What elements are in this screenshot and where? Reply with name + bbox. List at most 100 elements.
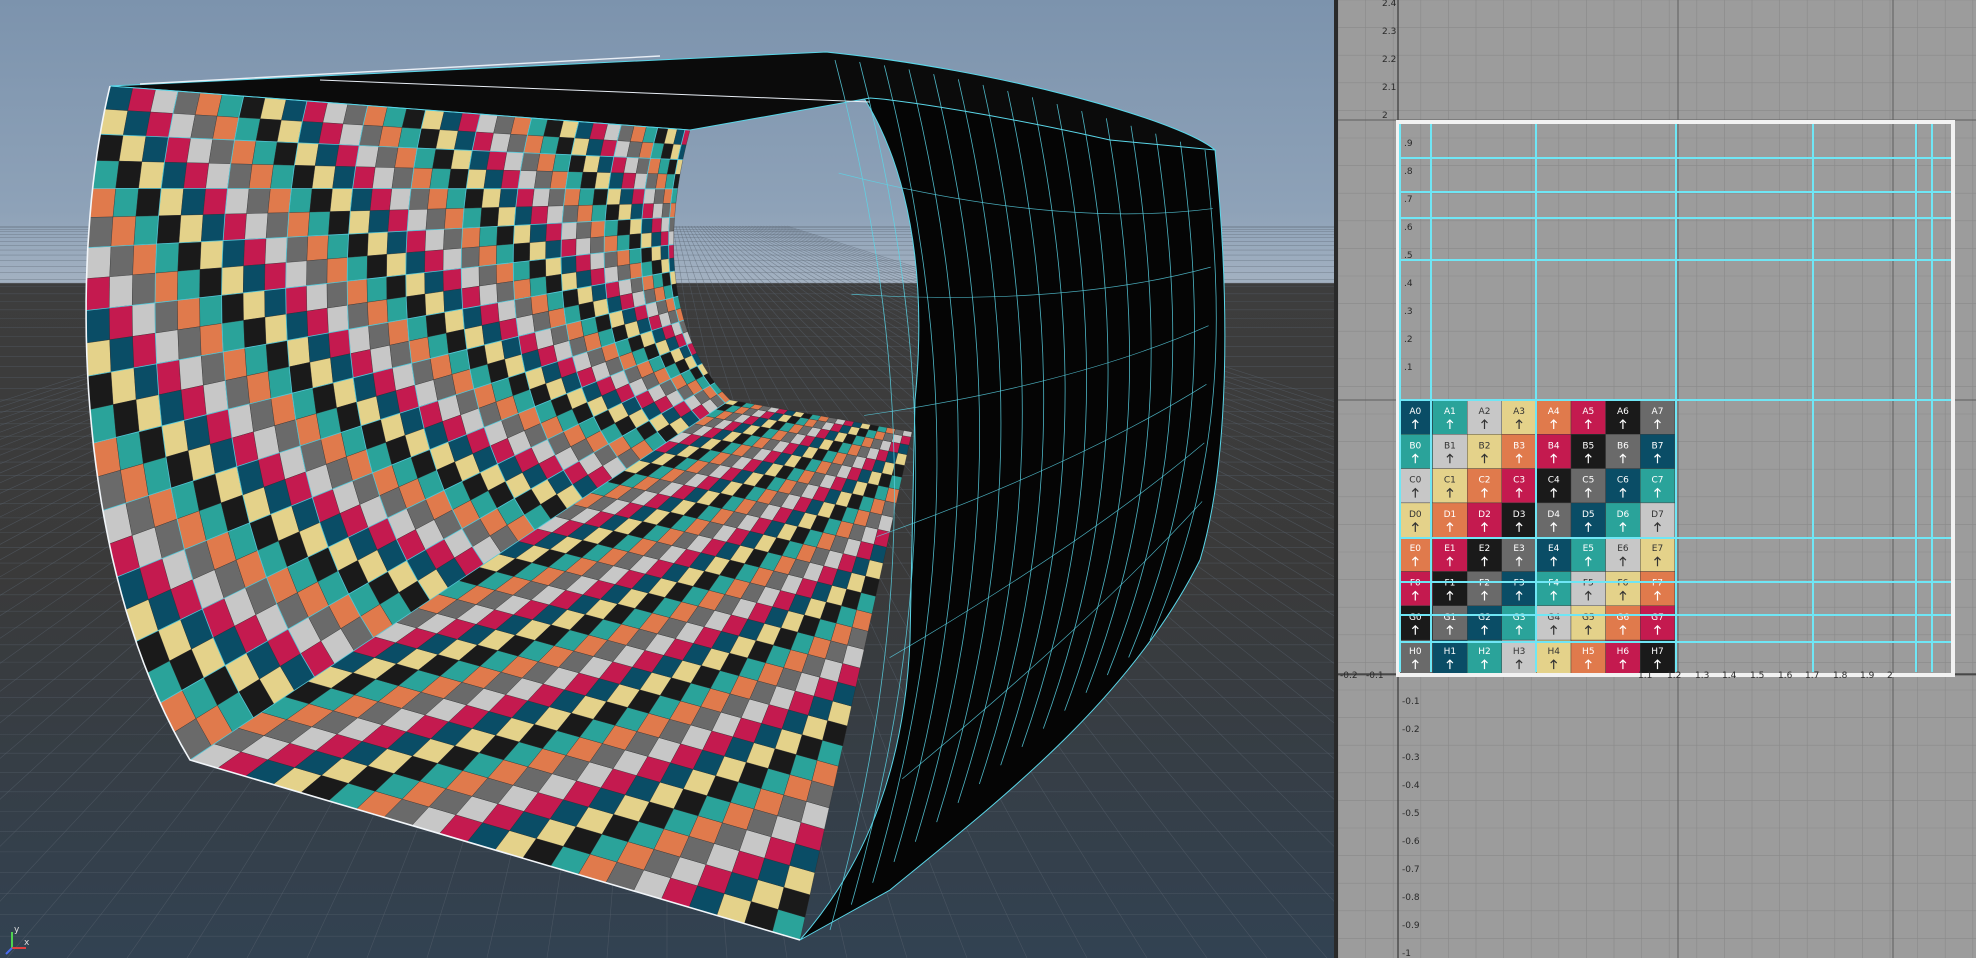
wall-checker-tile — [480, 207, 500, 228]
wall-checker-tile — [561, 271, 578, 292]
wall-checker-tile — [410, 167, 433, 189]
wall-checker-tile — [463, 188, 484, 209]
uv-axis-tick: 1.4 — [1722, 671, 1737, 681]
wall-checker-tile — [243, 238, 267, 267]
uv-tile — [1432, 502, 1468, 538]
wall-checker-tile — [513, 260, 531, 282]
wall-checker-tile — [132, 332, 157, 368]
uv-tile-label: E1 — [1444, 544, 1455, 554]
wall-checker-tile — [154, 300, 178, 334]
uv-tile — [1397, 605, 1433, 641]
uv-axis-tick: -0.2 — [1402, 725, 1420, 735]
wall-checker-tile — [618, 278, 633, 296]
wall-checker-tile — [158, 389, 185, 427]
uv-axis-tick: 2 — [1887, 671, 1893, 681]
wall-checker-tile — [443, 288, 463, 313]
uv-editor-panel[interactable]: A0 A1 A2 A3 A4 A5 A6 A7 B0 B1 B2 B3 B4 B5 B6 B7 C0 C1 C2 C3… — [1338, 0, 1976, 958]
uv-tile-label: E4 — [1548, 544, 1560, 554]
uv-tile — [1432, 605, 1468, 641]
wall-checker-tile — [560, 238, 577, 258]
wall-checker-tile — [180, 385, 207, 421]
wall-checker-tile — [577, 285, 594, 305]
uv-tile — [1570, 571, 1606, 606]
wall-checker-tile — [560, 255, 577, 275]
wall-checker-tile — [651, 259, 663, 276]
uv-tile-label: F7 — [1652, 579, 1663, 589]
uv-axis-tick: .3 — [1404, 307, 1413, 317]
wall-checker-tile — [462, 305, 483, 330]
uv-tile — [1536, 399, 1572, 435]
wall-checker-tile — [87, 216, 114, 248]
uv-tile — [1640, 537, 1676, 572]
wall-checker-tile — [285, 260, 308, 289]
uv-tile-label: D6 — [1617, 510, 1630, 520]
wall-checker-tile — [406, 209, 428, 232]
uv-tile — [1466, 537, 1502, 572]
wall-checker-tile — [199, 267, 223, 298]
uv-axis-tick: 1.6 — [1778, 671, 1793, 681]
wall-checker-tile — [660, 245, 670, 260]
wall-checker-tile — [132, 272, 156, 306]
uv-tile-label: B5 — [1582, 441, 1594, 451]
wall-checker-tile — [285, 236, 309, 263]
wall-checker-tile — [604, 204, 620, 221]
wall-checker-tile — [617, 264, 631, 282]
wall-checker-tile — [461, 266, 480, 289]
uv-tile — [1397, 399, 1433, 435]
wall-checker-tile — [575, 237, 591, 256]
wall-checker-tile — [332, 166, 356, 189]
uv-tile — [1605, 571, 1641, 606]
wall-checker-tile — [603, 235, 618, 253]
uv-axis-tick: .7 — [1404, 195, 1413, 205]
uv-tile-label: H7 — [1651, 647, 1664, 657]
wall-checker-tile — [109, 245, 135, 277]
wall-checker-tile — [642, 274, 655, 291]
uv-tile — [1605, 502, 1641, 538]
wall-checker-tile — [306, 307, 329, 337]
wall-checker-tile — [178, 355, 204, 391]
uv-tile — [1501, 537, 1537, 572]
uv-axis-tick: .1 — [1404, 363, 1413, 373]
perspective-viewport[interactable]: y x — [0, 0, 1334, 958]
uv-tile — [1466, 502, 1502, 538]
wall-checker-tile — [496, 243, 514, 265]
floor-checker-tile — [900, 435, 912, 446]
uv-tile-label: A3 — [1513, 407, 1525, 417]
wall-checker-tile — [562, 288, 579, 308]
wall-checker-tile — [529, 276, 548, 297]
gizmo-y-label: y — [14, 925, 20, 935]
uv-tile — [1605, 605, 1641, 641]
uv-tile-label: H1 — [1444, 647, 1457, 657]
wall-checker-tile — [591, 283, 607, 302]
wall-checker-tile — [202, 188, 228, 215]
uv-axis-tick: -0.2 — [1340, 671, 1358, 681]
wall-checker-tile — [350, 188, 373, 212]
wall-checker-tile — [481, 188, 502, 208]
wall-checker-tile — [461, 227, 481, 249]
uv-tile-label: H0 — [1409, 647, 1422, 657]
uv-tile — [1466, 468, 1502, 504]
wall-checker-tile — [252, 140, 278, 165]
wall-checker-tile — [327, 233, 349, 260]
wall-checker-tile — [164, 137, 191, 163]
wall-checker-tile — [367, 231, 389, 257]
wall-checker-tile — [352, 166, 376, 189]
wall-checker-tile — [497, 206, 516, 227]
viewport-canvas[interactable]: y x — [0, 0, 1334, 958]
uv-tile-label: E7 — [1652, 544, 1663, 554]
wall-checker-tile — [387, 318, 410, 346]
wall-checker-tile — [532, 188, 551, 207]
wall-checker-tile — [545, 239, 562, 260]
wall-checker-tile — [513, 242, 531, 263]
wall-checker-tile — [378, 126, 403, 148]
wall-checker-tile — [205, 163, 231, 189]
wall-checker-tile — [183, 162, 210, 189]
uv-tile-label: B6 — [1617, 441, 1629, 451]
wall-checker-tile — [641, 203, 654, 220]
wall-checker-tile — [243, 264, 266, 294]
wall-checker-tile — [603, 250, 618, 269]
uv-editor-canvas[interactable]: A0 A1 A2 A3 A4 A5 A6 A7 B0 B1 B2 B3 B4 B5 B6 B7 C0 C1 C2 C3… — [1338, 0, 1976, 958]
uv-tile-label: A1 — [1444, 407, 1456, 417]
wall-checker-tile — [141, 136, 169, 163]
wall-checker-tile — [478, 264, 497, 287]
